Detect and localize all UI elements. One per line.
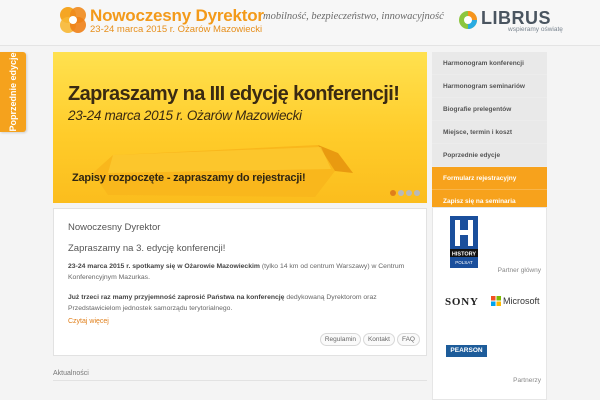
partners-panel: HISTORY POLSAT Partner główny SONY Micro… (432, 207, 547, 400)
microsoft-windows-icon (491, 296, 501, 306)
intro-box: Nowoczesny Dyrektor Zapraszamy na 3. edy… (53, 208, 427, 356)
read-more-link[interactable]: Czytaj więcej (68, 318, 109, 325)
sponsor-tagline: wspieramy oświatę (508, 26, 563, 33)
menu-item-conference-schedule[interactable]: Harmonogram konferencji (432, 52, 547, 75)
footer-links: Regulamin Kontakt FAQ (319, 333, 420, 346)
slider-dot[interactable] (390, 190, 396, 196)
intro-subtitle: Zapraszamy na 3. edycję konferencji! (68, 243, 226, 254)
slider-dot[interactable] (398, 190, 404, 196)
side-tab-label: Poprzednie edycje (8, 52, 18, 132)
banner-date: 23-24 marca 2015 r. Ożarów Mazowiecki (68, 108, 302, 123)
banner-title: Zapraszamy na III edycję konferencji! (68, 83, 400, 105)
intro-paragraph-1-bold: 23-24 marca 2015 r. spotkamy się w Ożaro… (68, 263, 260, 270)
menu-item-previous-editions[interactable]: Poprzednie edycje (432, 144, 547, 167)
contact-link[interactable]: Kontakt (362, 333, 395, 346)
intro-paragraph-2-bold: Już trzeci raz mamy przyjemność zaprosić… (68, 294, 285, 301)
history-logo-text: HISTORY (452, 252, 476, 258)
intro-title: Nowoczesny Dyrektor (68, 222, 161, 233)
menu-item-speaker-bios[interactable]: Biografie prelegentów (432, 98, 547, 121)
microsoft-logo[interactable]: Microsoft (503, 296, 540, 306)
site-header: Nowoczesny Dyrektor 23-24 marca 2015 r. … (0, 0, 600, 46)
main-menu: Harmonogram konferencji Harmonogram semi… (432, 52, 547, 213)
regulations-link[interactable]: Regulamin (319, 333, 361, 346)
history-logo-sub: POLSAT (455, 260, 473, 265)
history-logo-icon[interactable]: HISTORY POLSAT (450, 216, 478, 268)
slider-dots (390, 190, 420, 196)
site-tagline: mobilność, bezpieczeństwo, innowacyjność (263, 11, 444, 22)
news-heading: Aktualności (53, 370, 89, 377)
previous-editions-tab[interactable]: Poprzednie edycje (0, 52, 26, 132)
news-divider (53, 380, 427, 381)
menu-item-seminar-schedule[interactable]: Harmonogram seminariów (432, 75, 547, 98)
menu-item-registration-form[interactable]: Formularz rejestracyjny (432, 167, 547, 190)
menu-item-venue[interactable]: Miejsce, termin i koszt (432, 121, 547, 144)
slider-dot[interactable] (414, 190, 420, 196)
faq-link[interactable]: FAQ (396, 333, 420, 346)
slider-dot[interactable] (406, 190, 412, 196)
site-subtitle: 23-24 marca 2015 r. Ożarów Mazowiecki (90, 24, 263, 35)
main-partner-label: Partner główny (497, 267, 541, 274)
ribbon-text: Zapisy rozpoczęte - zapraszamy do rejest… (72, 172, 306, 184)
partners-label: Partnerzy (513, 377, 541, 384)
pearson-logo[interactable]: PEARSON (446, 345, 487, 357)
intro-paragraph-1: 23-24 marca 2015 r. spotkamy się w Ożaro… (68, 261, 416, 283)
conference-logo-icon[interactable] (58, 5, 88, 35)
intro-paragraph-2: Już trzeci raz mamy przyjemność zaprosić… (68, 292, 416, 314)
site-title[interactable]: Nowoczesny Dyrektor (90, 6, 264, 26)
librus-logo-icon[interactable] (458, 10, 478, 30)
sony-logo[interactable]: SONY (445, 296, 479, 308)
